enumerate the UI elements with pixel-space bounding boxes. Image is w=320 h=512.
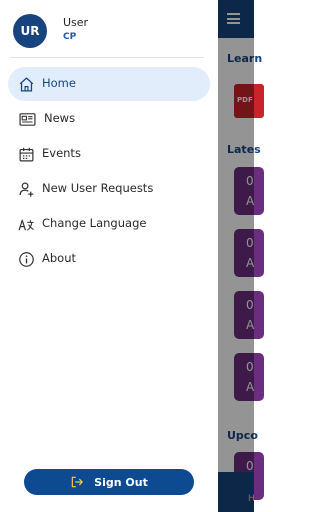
nav-item-events[interactable]: Events bbox=[8, 137, 210, 171]
user-add-icon bbox=[19, 182, 34, 197]
user-name: User bbox=[63, 16, 89, 29]
nav-label-change-language: Change Language bbox=[42, 216, 147, 230]
calendar-icon bbox=[19, 147, 34, 162]
divider bbox=[10, 57, 204, 58]
info-icon bbox=[19, 252, 34, 267]
translate-icon bbox=[18, 219, 34, 231]
avatar: UR bbox=[13, 14, 47, 48]
navigation-drawer: UR User CP Home News Events New User Req… bbox=[0, 0, 218, 512]
sign-out-button[interactable]: Sign Out bbox=[24, 469, 194, 495]
nav-item-change-language[interactable]: Change Language bbox=[8, 207, 210, 241]
home-icon bbox=[19, 77, 34, 92]
nav-item-home[interactable]: Home bbox=[8, 67, 210, 101]
user-role: CP bbox=[63, 32, 77, 42]
nav-item-news[interactable]: News bbox=[8, 102, 210, 136]
nav-label-news: News bbox=[44, 111, 76, 125]
newspaper-icon bbox=[19, 113, 36, 126]
nav-label-about: About bbox=[42, 251, 77, 265]
nav-item-new-user-requests[interactable]: New User Requests bbox=[8, 172, 210, 206]
sign-out-label: Sign Out bbox=[94, 475, 148, 489]
sign-out-icon bbox=[71, 476, 83, 488]
nav-label-home: Home bbox=[42, 76, 76, 90]
nav-item-about[interactable]: About bbox=[8, 242, 210, 276]
nav-label-new-user-requests: New User Requests bbox=[42, 181, 154, 195]
nav-label-events: Events bbox=[42, 146, 81, 160]
